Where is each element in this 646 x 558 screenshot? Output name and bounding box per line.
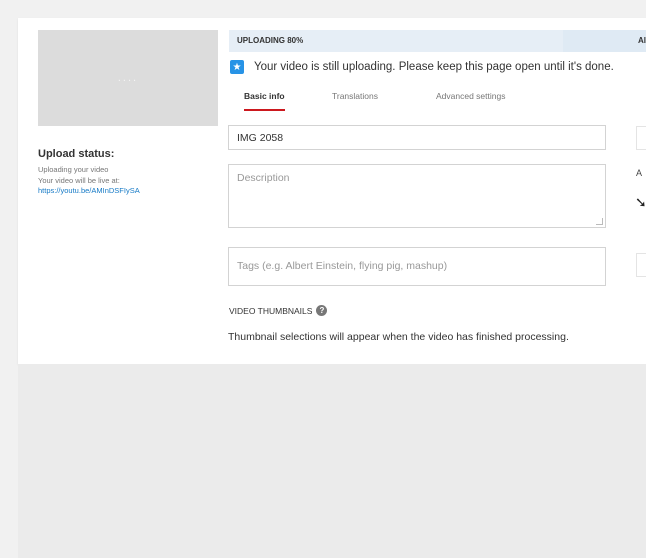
upload-status: Upload status: Uploading your video Your… bbox=[38, 148, 218, 196]
live-at-label: Your video will be live at: bbox=[38, 176, 120, 185]
upload-progress-label: UPLOADING 80% bbox=[237, 36, 304, 45]
upload-status-title: Upload status: bbox=[38, 148, 115, 160]
description-textarea[interactable]: Description bbox=[228, 164, 606, 228]
progress-side-label: Al bbox=[638, 36, 646, 45]
resize-handle-icon[interactable] bbox=[596, 218, 603, 225]
page-background-area bbox=[18, 364, 646, 558]
settings-tabs: Basic info Translations Advanced setting… bbox=[228, 86, 618, 111]
privacy-dropdown-edge[interactable] bbox=[636, 126, 646, 150]
video-thumbnails-heading: VIDEO THUMBNAILS ? bbox=[229, 305, 328, 316]
tags-input[interactable]: Tags (e.g. Albert Einstein, flying pig, … bbox=[228, 247, 606, 286]
video-thumbnails-label: VIDEO THUMBNAILS bbox=[229, 305, 313, 316]
upload-notice: ★ Your video is still uploading. Please … bbox=[230, 60, 614, 74]
upload-progress-bar: UPLOADING 80% Al bbox=[229, 30, 646, 52]
title-input[interactable]: IMG 2058 bbox=[228, 125, 606, 150]
upload-status-state: Uploading your video bbox=[38, 165, 109, 174]
description-placeholder: Description bbox=[237, 172, 290, 184]
star-icon: ★ bbox=[230, 60, 244, 74]
tab-basic-info[interactable]: Basic info bbox=[244, 86, 285, 111]
upload-card: .... Upload status: Uploading your video… bbox=[18, 18, 646, 364]
right-panel-label: A bbox=[636, 168, 643, 178]
right-panel-field-edge[interactable] bbox=[636, 253, 646, 277]
thumbnail-placeholder-dots: .... bbox=[117, 72, 139, 84]
question-icon[interactable]: ? bbox=[316, 305, 328, 316]
thumbnails-message: Thumbnail selections will appear when th… bbox=[228, 331, 569, 343]
upload-notice-text: Your video is still uploading. Please ke… bbox=[254, 61, 614, 73]
tab-advanced-settings[interactable]: Advanced settings bbox=[436, 86, 505, 109]
tab-translations[interactable]: Translations bbox=[332, 86, 378, 109]
video-link[interactable]: https://youtu.be/AMInDSFIySA bbox=[38, 186, 218, 196]
cursor-arrow-icon: ➘ bbox=[635, 194, 646, 210]
video-thumbnail-placeholder: .... bbox=[38, 30, 218, 126]
